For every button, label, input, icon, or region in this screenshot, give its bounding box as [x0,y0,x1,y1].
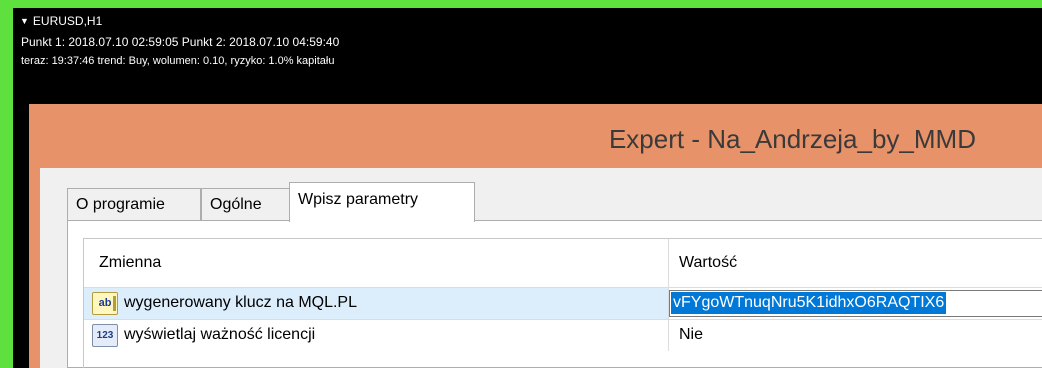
string-type-icon: ab [92,292,118,315]
value-text: Nie [679,326,704,343]
dialog-client-area: O programie Ogólne Wpisz parametry Zmien… [40,168,1042,368]
tab-about[interactable]: O programie [67,188,201,220]
variable-cell[interactable]: ab wygenerowany klucz na MQL.PL [84,288,669,319]
status-info: teraz: 19:37:46 trend: Buy, wolumen: 0.1… [21,55,335,67]
dialog-title: Expert - Na_Andrzeja_by_MMD [608,124,976,154]
tab-general[interactable]: Ogólne [201,188,290,220]
triangle-down-icon: ▼ [20,16,29,26]
tab-parameters[interactable]: Wpisz parametry [289,182,475,222]
column-header-value[interactable]: Wartość [669,239,1042,287]
column-header-variable[interactable]: Zmienna [84,239,669,287]
value-cell[interactable]: vFYgoWTnuqNru5K1idhxO6RAQTIX6 [669,288,1042,319]
variable-name: wyświetlaj ważność licencji [124,326,316,343]
value-input[interactable]: vFYgoWTnuqNru5K1idhxO6RAQTIX6 [669,290,1042,317]
parameters-grid: Zmienna Wartość ab wygenerowany klucz na… [83,238,1042,368]
value-cell[interactable]: Nie [669,320,1042,351]
parameters-panel: Zmienna Wartość ab wygenerowany klucz na… [67,220,1042,368]
symbol-header[interactable]: ▼ EURUSD,H1 [20,14,102,28]
selected-value-text: vFYgoWTnuqNru5K1idhxO6RAQTIX6 [671,292,947,314]
table-row[interactable]: ab wygenerowany klucz na MQL.PL vFYgoWTn… [84,287,1042,319]
points-info: Punkt 1: 2018.07.10 02:59:05 Punkt 2: 20… [21,35,340,49]
expert-dialog: Expert - Na_Andrzeja_by_MMD O programie … [29,104,1042,368]
table-row[interactable]: 123 wyświetlaj ważność licencji Nie [84,319,1042,351]
symbol-label: EURUSD,H1 [32,14,103,28]
grid-header: Zmienna Wartość [84,239,1042,287]
variable-cell[interactable]: 123 wyświetlaj ważność licencji [84,320,669,351]
chart-area[interactable]: ▼ EURUSD,H1 Punkt 1: 2018.07.10 02:59:05 … [13,8,1042,368]
number-type-icon: 123 [92,324,118,347]
variable-name: wygenerowany klucz na MQL.PL [124,294,357,311]
